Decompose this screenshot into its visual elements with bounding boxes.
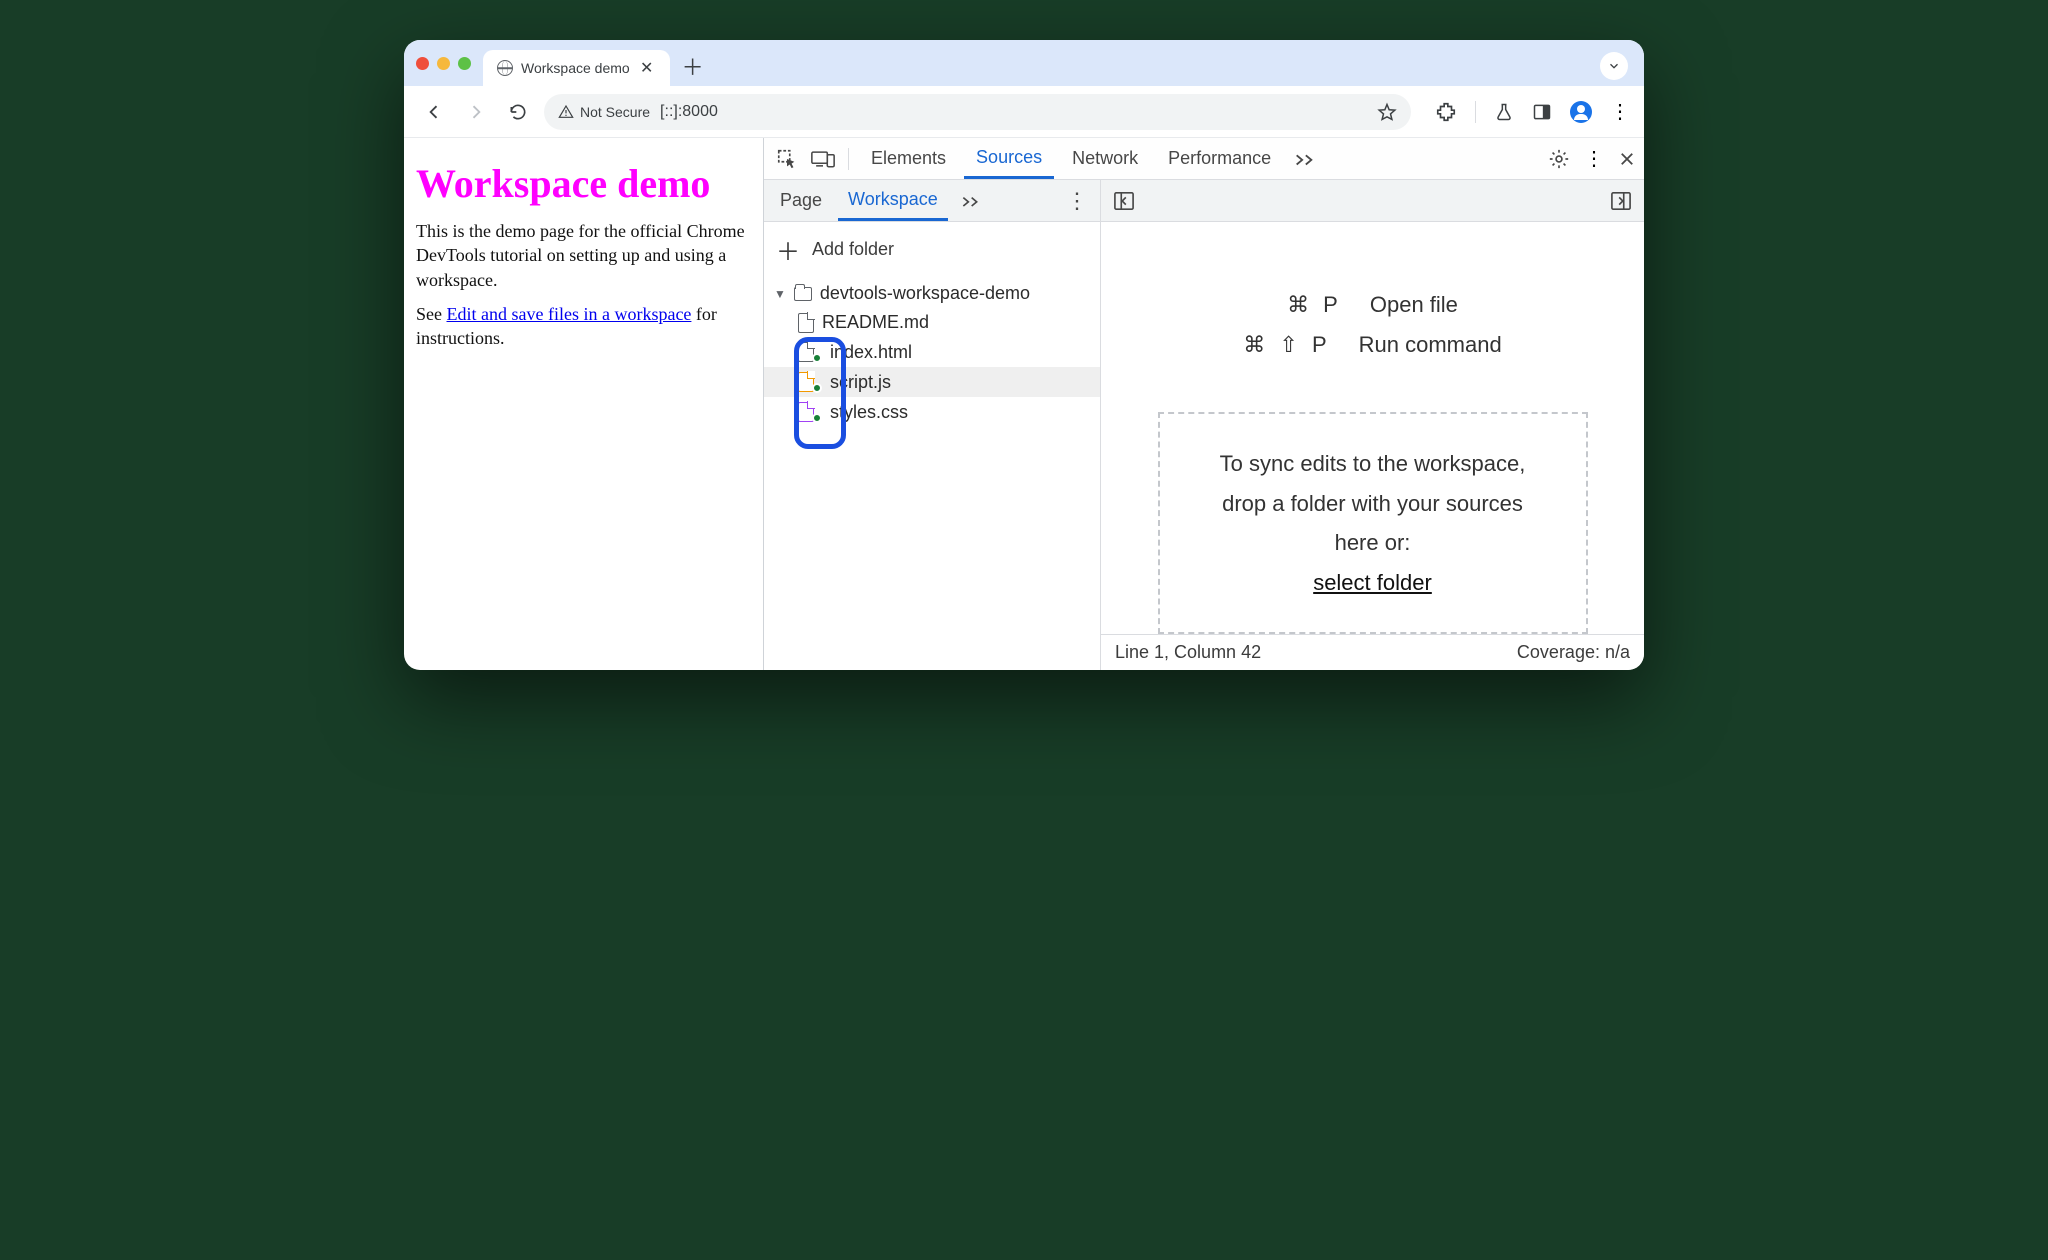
- navtab-page[interactable]: Page: [770, 180, 832, 221]
- extensions-button[interactable]: [1435, 101, 1457, 123]
- sync-dot-icon: [812, 353, 822, 363]
- kbd-open-file: ⌘ P: [1287, 292, 1342, 318]
- bookmark-button[interactable]: [1377, 102, 1397, 122]
- tab-close-button[interactable]: ✕: [638, 59, 656, 77]
- close-devtools-button[interactable]: [1618, 150, 1636, 168]
- settings-button[interactable]: [1548, 148, 1570, 170]
- file-icon: [798, 313, 814, 333]
- tab-search-button[interactable]: [1600, 52, 1628, 80]
- hint-open-file: Open file: [1370, 292, 1458, 318]
- new-tab-button[interactable]: ＋: [680, 53, 706, 79]
- page-heading: Workspace demo: [416, 160, 747, 207]
- page-paragraph-1: This is the demo page for the official C…: [416, 219, 747, 292]
- page-content: Workspace demo This is the demo page for…: [404, 138, 764, 670]
- tree-file-script[interactable]: script.js: [764, 367, 1100, 397]
- tab-performance[interactable]: Performance: [1156, 138, 1283, 179]
- navigator-menu-button[interactable]: ⋮: [1060, 196, 1094, 206]
- window-close[interactable]: [416, 57, 429, 70]
- tree-file-index[interactable]: index.html: [764, 337, 1100, 367]
- plus-icon: ＋: [776, 232, 800, 267]
- navtab-workspace[interactable]: Workspace: [838, 180, 948, 221]
- coverage-status: Coverage: n/a: [1517, 642, 1630, 663]
- page-paragraph-2: See Edit and save files in a workspace f…: [416, 302, 747, 351]
- tree-file-styles[interactable]: styles.css: [764, 397, 1100, 427]
- inspect-element-button[interactable]: [772, 144, 802, 174]
- hint-run-command: Run command: [1359, 332, 1502, 358]
- folder-icon: [794, 287, 812, 301]
- url-text: [::]:8000: [660, 103, 718, 121]
- more-tabs-button[interactable]: [1289, 144, 1319, 174]
- window-controls: [416, 57, 471, 70]
- browser-tab[interactable]: Workspace demo ✕: [483, 50, 670, 86]
- tab-sources[interactable]: Sources: [964, 138, 1054, 179]
- cursor-position: Line 1, Column 42: [1115, 642, 1261, 663]
- devtools-menu-button[interactable]: ⋮: [1584, 154, 1604, 164]
- tab-strip: Workspace demo ✕ ＋: [404, 40, 1644, 86]
- device-toolbar-button[interactable]: [808, 144, 838, 174]
- tutorial-link[interactable]: Edit and save files in a workspace: [447, 304, 692, 324]
- editor-pane: ⌘ P Open file ⌘ ⇧ P Run command To sync …: [1101, 180, 1644, 670]
- browser-window: Workspace demo ✕ ＋ Not Secure [::]:8000: [404, 40, 1644, 670]
- devtools-panel: Elements Sources Network Performance ⋮: [764, 138, 1644, 670]
- toggle-debugger-button[interactable]: [1608, 188, 1634, 214]
- drop-zone[interactable]: To sync edits to the workspace, drop a f…: [1158, 412, 1588, 634]
- status-bar: Line 1, Column 42 Coverage: n/a: [1101, 634, 1644, 670]
- sync-dot-icon: [812, 413, 822, 423]
- profile-avatar[interactable]: [1570, 101, 1592, 123]
- select-folder-link[interactable]: select folder: [1313, 570, 1432, 595]
- tab-title: Workspace demo: [521, 60, 630, 76]
- devtools-tabbar: Elements Sources Network Performance ⋮: [764, 138, 1644, 180]
- window-minimize[interactable]: [437, 57, 450, 70]
- labs-button[interactable]: [1494, 101, 1514, 123]
- tab-elements[interactable]: Elements: [859, 138, 958, 179]
- tree-file-readme[interactable]: README.md: [764, 308, 1100, 337]
- caret-down-icon: ▼: [774, 287, 786, 301]
- back-button[interactable]: [418, 96, 450, 128]
- kbd-run-command: ⌘ ⇧ P: [1243, 332, 1330, 358]
- tree-folder-root[interactable]: ▼ devtools-workspace-demo: [764, 279, 1100, 308]
- reload-button[interactable]: [502, 96, 534, 128]
- tab-network[interactable]: Network: [1060, 138, 1150, 179]
- navigator-pane: Page Workspace ⋮ ＋ Add folder: [764, 180, 1101, 670]
- warning-icon: [558, 104, 574, 120]
- file-tree: ▼ devtools-workspace-demo README.md inde…: [764, 277, 1100, 437]
- divider: [1475, 101, 1476, 123]
- globe-icon: [497, 60, 513, 76]
- toggle-navigator-button[interactable]: [1111, 188, 1137, 214]
- sync-dot-icon: [812, 383, 822, 393]
- editor-placeholder: ⌘ P Open file ⌘ ⇧ P Run command To sync …: [1101, 222, 1644, 634]
- address-bar[interactable]: Not Secure [::]:8000: [544, 94, 1411, 130]
- security-label: Not Secure: [580, 104, 650, 120]
- forward-button[interactable]: [460, 96, 492, 128]
- chrome-menu-button[interactable]: ⋮: [1610, 107, 1630, 117]
- add-folder-button[interactable]: ＋ Add folder: [764, 222, 1100, 277]
- window-maximize[interactable]: [458, 57, 471, 70]
- gear-icon: [1548, 148, 1570, 170]
- side-panel-button[interactable]: [1532, 102, 1552, 122]
- more-nav-tabs[interactable]: [954, 195, 986, 207]
- security-indicator[interactable]: Not Secure: [558, 104, 650, 120]
- browser-toolbar: Not Secure [::]:8000 ⋮: [404, 86, 1644, 138]
